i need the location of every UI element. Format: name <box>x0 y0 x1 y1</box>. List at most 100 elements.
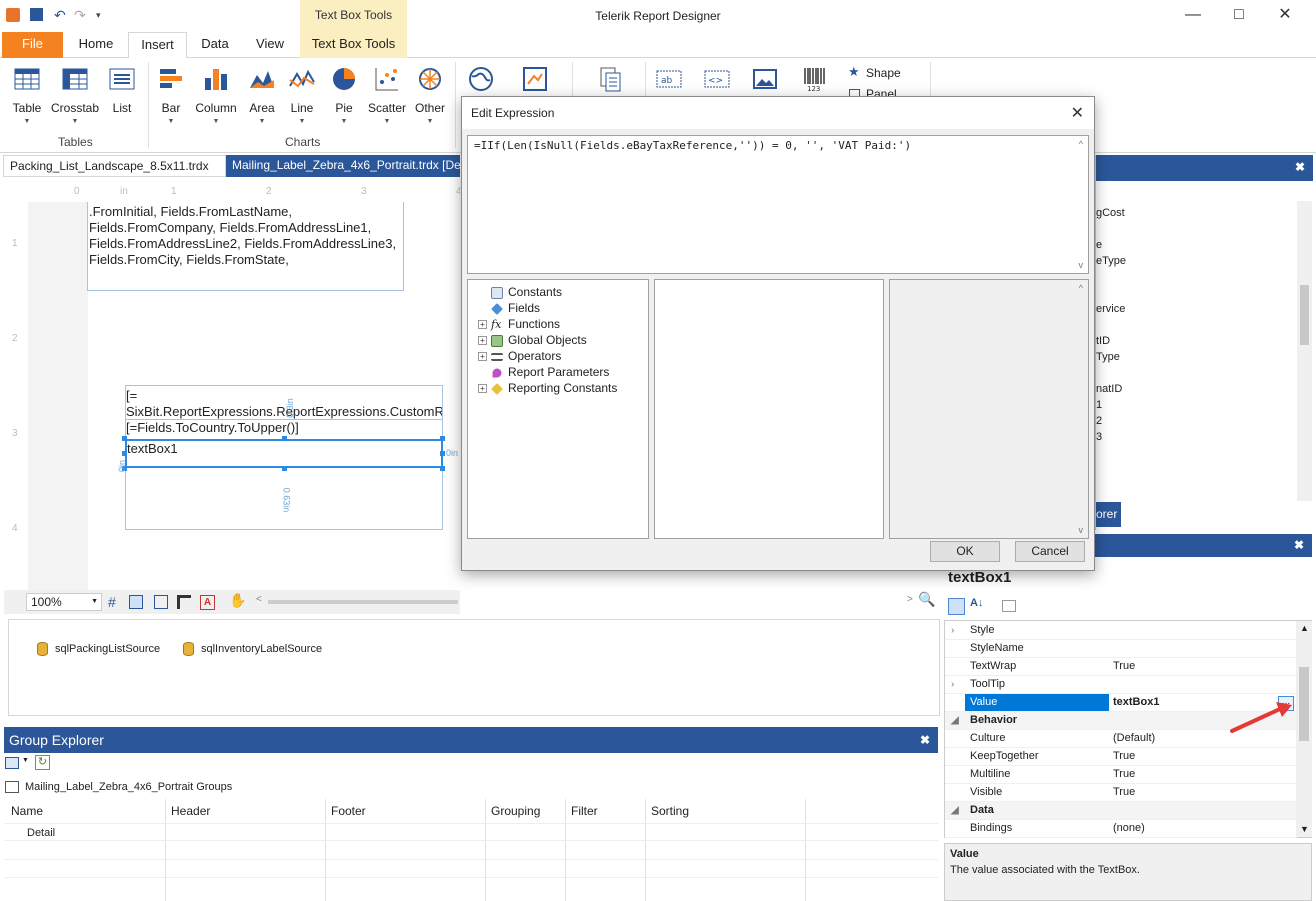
column-header-footer[interactable]: Footer <box>331 804 366 818</box>
area-chart-button[interactable]: Area ▼ <box>248 66 276 125</box>
magnify-icon[interactable]: 🔍 <box>918 591 935 608</box>
tab-view[interactable]: View <box>244 32 296 58</box>
zoom-select[interactable]: 100% ▼ <box>26 593 102 611</box>
design-surface[interactable]: 0 in 1 2 3 4 1 2 3 4 .FromInitial, Field… <box>4 177 460 590</box>
tree-item-reporting-constants[interactable]: + Reporting Constants <box>478 381 617 395</box>
font-icon[interactable]: A <box>200 595 215 610</box>
list-item[interactable]: gCost <box>1096 205 1125 221</box>
property-value[interactable]: True <box>1113 784 1135 801</box>
other-chart-button[interactable]: Other ▼ <box>413 66 447 125</box>
minimize-button[interactable]: — <box>1170 0 1216 32</box>
column-header-name[interactable]: Name <box>11 804 43 818</box>
resize-handle[interactable] <box>282 466 287 471</box>
textbox-icon[interactable]: ab <box>656 66 682 92</box>
property-value[interactable]: True <box>1113 748 1135 765</box>
property-row[interactable]: Bindings (none) <box>945 820 1297 838</box>
htmltextbox-icon[interactable]: <> <box>704 66 730 92</box>
scroll-down-icon[interactable]: ▼ <box>1300 824 1309 834</box>
resize-handle[interactable] <box>440 451 445 456</box>
tree-item-functions[interactable]: + fx Functions <box>478 317 560 331</box>
subreport-icon[interactable] <box>597 66 623 92</box>
horizontal-scrollbar[interactable] <box>268 600 458 604</box>
expand-icon[interactable]: › <box>951 622 954 639</box>
ruler-icon[interactable] <box>177 595 191 609</box>
line-chart-button[interactable]: Line ▼ <box>288 66 316 125</box>
snap-icon[interactable] <box>129 595 143 609</box>
scroll-left-icon[interactable]: < <box>256 594 262 605</box>
column-header-sorting[interactable]: Sorting <box>651 804 689 818</box>
property-row[interactable]: › ToolTip <box>945 676 1297 694</box>
list-item[interactable]: ervice <box>1096 301 1125 317</box>
vertical-scrollbar[interactable] <box>1297 201 1312 501</box>
explorer-button[interactable]: orer <box>1096 502 1121 527</box>
map-icon[interactable] <box>468 66 494 92</box>
crosstab-button[interactable]: Crosstab ▼ <box>51 66 99 125</box>
list-item[interactable]: e <box>1096 237 1102 253</box>
cancel-button[interactable]: Cancel <box>1015 541 1085 562</box>
column-header-filter[interactable]: Filter <box>571 804 598 818</box>
resize-handle[interactable] <box>440 466 445 471</box>
maximize-button[interactable]: □ <box>1216 0 1262 32</box>
barcode-icon[interactable]: 123 <box>802 66 828 92</box>
doc-tab-mailing-label[interactable]: Mailing_Label_Zebra_4x6_Portrait.trdx [D… <box>226 155 460 177</box>
refresh-icon[interactable]: ↻ <box>35 755 50 770</box>
list-item[interactable]: eType <box>1096 253 1126 269</box>
categorized-icon[interactable] <box>948 598 965 615</box>
tree-item-report-parameters[interactable]: Report Parameters <box>478 365 609 379</box>
tab-insert[interactable]: Insert <box>128 32 187 59</box>
expand-icon[interactable]: + <box>478 384 487 394</box>
category-tree[interactable]: Constants Fields + fx Functions + Global Ob… <box>467 279 649 539</box>
table-button[interactable]: Table ▼ <box>10 66 44 125</box>
list-item[interactable]: tID <box>1096 333 1110 349</box>
property-row[interactable]: › Style <box>945 622 1297 640</box>
list-item[interactable]: 2 <box>1096 413 1102 429</box>
sort-alpha-icon[interactable]: A↓ <box>970 597 983 609</box>
property-value[interactable]: True <box>1113 766 1135 783</box>
shape-icon[interactable]: ★ <box>848 64 860 80</box>
property-value[interactable]: (Default) <box>1113 730 1155 747</box>
property-value[interactable]: textBox1 <box>1113 694 1159 711</box>
ok-button[interactable]: OK <box>930 541 1000 562</box>
expand-icon[interactable]: › <box>951 676 954 693</box>
view-toggle-icon[interactable] <box>5 757 19 769</box>
close-button[interactable]: ✕ <box>1262 0 1308 32</box>
list-item[interactable]: Type <box>1096 349 1120 365</box>
from-address-text[interactable]: .FromInitial, Fields.FromLastName, Field… <box>89 204 402 268</box>
pie-chart-button[interactable]: Pie ▼ <box>331 66 357 125</box>
column-chart-button[interactable]: Column ▼ <box>194 66 238 125</box>
map-chart-icon[interactable] <box>522 66 548 92</box>
column-header-grouping[interactable]: Grouping <box>491 804 540 818</box>
bar-chart-button[interactable]: Bar ▼ <box>158 66 184 125</box>
list-item[interactable]: 1 <box>1096 397 1102 413</box>
tree-item-operators[interactable]: + Operators <box>478 349 561 363</box>
close-icon[interactable]: ✖ <box>1295 160 1305 174</box>
scroll-down-icon[interactable]: v <box>1079 260 1084 270</box>
property-value[interactable]: (none) <box>1113 820 1145 837</box>
tree-item-fields[interactable]: Fields <box>478 301 540 315</box>
scrollbar-thumb[interactable] <box>1299 667 1309 741</box>
property-row[interactable]: TextWrap True <box>945 658 1297 676</box>
scroll-down-icon[interactable]: v <box>1079 525 1084 535</box>
resize-handle[interactable] <box>440 436 445 441</box>
scroll-up-icon[interactable]: ^ <box>1079 283 1083 293</box>
expression-text[interactable]: =IIf(Len(IsNull(Fields.eBayTaxReference,… <box>474 139 911 152</box>
resize-handle[interactable] <box>122 436 127 441</box>
property-row[interactable]: StyleName <box>945 640 1297 658</box>
tree-item-constants[interactable]: Constants <box>478 285 562 299</box>
list-button[interactable]: List <box>108 66 136 115</box>
property-category[interactable]: ◢ Data <box>945 802 1297 820</box>
tab-file[interactable]: File <box>2 32 63 58</box>
list-item[interactable]: natID <box>1096 381 1122 397</box>
resize-handle[interactable] <box>122 451 127 456</box>
close-icon[interactable]: ✖ <box>1294 538 1304 552</box>
scroll-up-icon[interactable]: ▲ <box>1300 623 1309 633</box>
datasource-item[interactable]: sqlPackingListSource <box>37 642 160 656</box>
scroll-right-icon[interactable]: > <box>907 594 913 605</box>
expression-editor[interactable]: =IIf(Len(IsNull(Fields.eBayTaxReference,… <box>467 135 1089 274</box>
tab-text-box-tools[interactable]: Text Box Tools <box>300 32 407 58</box>
collapse-icon[interactable]: ◢ <box>951 802 959 819</box>
doc-tab-packing-list[interactable]: Packing_List_Landscape_8.5x11.trdx <box>3 155 226 177</box>
collapse-icon[interactable]: ◢ <box>951 712 959 729</box>
shape-label[interactable]: Shape <box>866 66 901 80</box>
list-item[interactable]: 3 <box>1096 429 1102 445</box>
